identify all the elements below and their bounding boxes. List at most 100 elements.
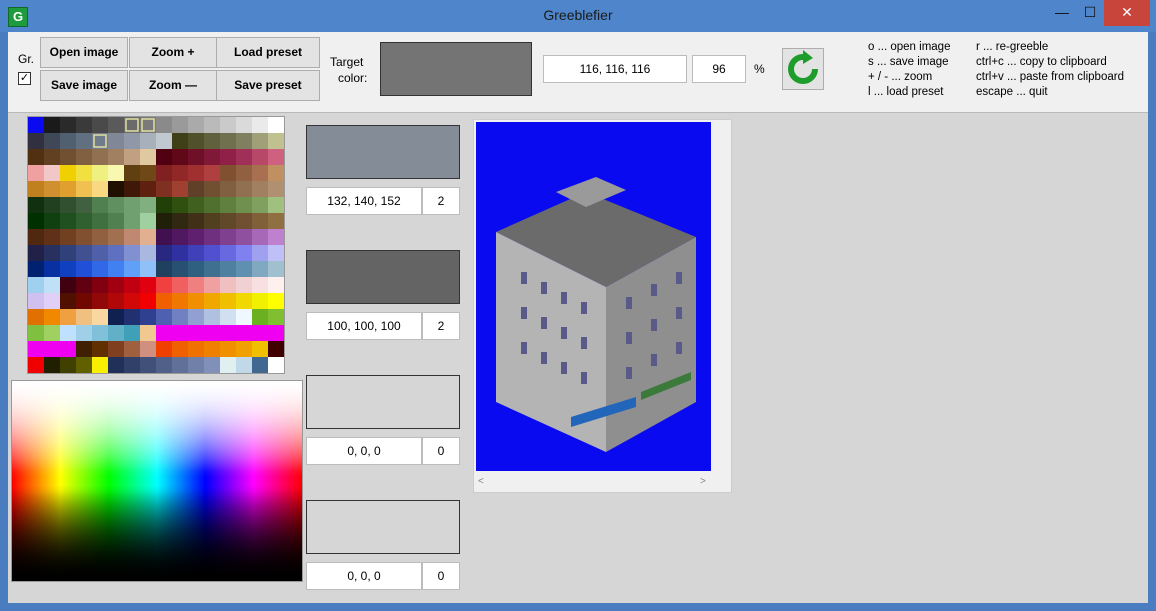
palette-swatch[interactable]: [188, 325, 204, 341]
palette-swatch[interactable]: [92, 357, 108, 373]
palette-swatch[interactable]: [124, 197, 140, 213]
palette-swatch[interactable]: [92, 149, 108, 165]
palette-swatch[interactable]: [108, 117, 124, 133]
palette-swatch[interactable]: [108, 261, 124, 277]
palette-swatch[interactable]: [204, 165, 220, 181]
palette-swatch[interactable]: [188, 341, 204, 357]
palette-swatch[interactable]: [252, 261, 268, 277]
palette-swatch[interactable]: [188, 261, 204, 277]
palette-swatch[interactable]: [28, 165, 44, 181]
palette-swatch[interactable]: [172, 213, 188, 229]
palette-swatch[interactable]: [60, 261, 76, 277]
palette-swatch[interactable]: [172, 133, 188, 149]
palette-swatch[interactable]: [156, 261, 172, 277]
palette-swatch[interactable]: [188, 213, 204, 229]
palette-swatch[interactable]: [268, 341, 284, 357]
palette-swatch[interactable]: [156, 309, 172, 325]
palette-swatch[interactable]: [156, 341, 172, 357]
palette-swatch[interactable]: [92, 117, 108, 133]
palette-swatch[interactable]: [44, 117, 60, 133]
palette-swatch[interactable]: [60, 229, 76, 245]
palette-swatch[interactable]: [188, 293, 204, 309]
save-preset-button[interactable]: Save preset: [216, 70, 320, 101]
palette-swatch[interactable]: [108, 181, 124, 197]
palette-swatch[interactable]: [124, 277, 140, 293]
palette-swatch[interactable]: [220, 293, 236, 309]
scroll-left-icon[interactable]: <: [478, 476, 484, 487]
palette-swatch[interactable]: [220, 117, 236, 133]
palette-swatch[interactable]: [204, 261, 220, 277]
palette-swatch[interactable]: [44, 229, 60, 245]
slot-4-rgb-input[interactable]: 0, 0, 0: [306, 562, 422, 590]
palette-swatch[interactable]: [204, 277, 220, 293]
palette-swatch[interactable]: [236, 277, 252, 293]
palette-swatch[interactable]: [140, 181, 156, 197]
palette-swatch[interactable]: [252, 325, 268, 341]
palette-swatch[interactable]: [92, 309, 108, 325]
palette-swatch[interactable]: [140, 309, 156, 325]
target-color-rgb-input[interactable]: 116, 116, 116: [543, 55, 687, 83]
palette-swatch[interactable]: [108, 357, 124, 373]
palette-swatch[interactable]: [204, 181, 220, 197]
palette-swatch[interactable]: [76, 181, 92, 197]
palette-swatch[interactable]: [76, 277, 92, 293]
palette-swatch[interactable]: [124, 213, 140, 229]
slot-2-swatch[interactable]: [306, 250, 460, 304]
open-image-button[interactable]: Open image: [40, 37, 128, 68]
palette-swatch[interactable]: [108, 309, 124, 325]
palette-swatch[interactable]: [60, 277, 76, 293]
palette-swatch[interactable]: [268, 149, 284, 165]
palette-swatch[interactable]: [92, 213, 108, 229]
palette-swatch[interactable]: [236, 213, 252, 229]
palette-swatch[interactable]: [60, 181, 76, 197]
palette-swatch[interactable]: [252, 117, 268, 133]
palette-swatch[interactable]: [124, 341, 140, 357]
palette-swatch[interactable]: [44, 133, 60, 149]
palette-swatch[interactable]: [60, 245, 76, 261]
palette-swatch[interactable]: [92, 341, 108, 357]
palette-swatch[interactable]: [236, 133, 252, 149]
palette-swatch[interactable]: [252, 309, 268, 325]
palette-swatch[interactable]: [28, 117, 44, 133]
gr-checkbox[interactable]: ✓: [18, 72, 31, 85]
palette-swatch[interactable]: [44, 357, 60, 373]
palette-swatch[interactable]: [76, 293, 92, 309]
palette-swatch[interactable]: [44, 181, 60, 197]
palette-swatch[interactable]: [124, 133, 140, 149]
palette-swatch[interactable]: [172, 309, 188, 325]
palette-swatch[interactable]: [188, 309, 204, 325]
palette-swatch[interactable]: [268, 277, 284, 293]
palette-swatch[interactable]: [236, 261, 252, 277]
palette-swatch[interactable]: [236, 181, 252, 197]
palette-swatch[interactable]: [76, 133, 92, 149]
palette-swatch[interactable]: [172, 229, 188, 245]
palette-swatch[interactable]: [60, 213, 76, 229]
preview-image[interactable]: [476, 122, 711, 471]
palette-swatch[interactable]: [220, 325, 236, 341]
palette-swatch[interactable]: [204, 357, 220, 373]
palette-swatch[interactable]: [124, 149, 140, 165]
palette-swatch[interactable]: [268, 261, 284, 277]
palette-swatch[interactable]: [140, 149, 156, 165]
palette-swatch[interactable]: [28, 293, 44, 309]
palette-swatch[interactable]: [156, 229, 172, 245]
palette-swatch[interactable]: [76, 341, 92, 357]
palette-swatch[interactable]: [156, 165, 172, 181]
palette-swatch[interactable]: [236, 357, 252, 373]
percent-input[interactable]: 96: [692, 55, 746, 83]
palette-swatch[interactable]: [28, 229, 44, 245]
palette-swatch[interactable]: [140, 277, 156, 293]
color-palette-grid[interactable]: [27, 116, 285, 374]
palette-swatch[interactable]: [140, 245, 156, 261]
palette-swatch[interactable]: [156, 117, 172, 133]
palette-swatch[interactable]: [28, 261, 44, 277]
palette-swatch[interactable]: [124, 357, 140, 373]
palette-swatch[interactable]: [252, 149, 268, 165]
palette-swatch[interactable]: [188, 133, 204, 149]
palette-swatch[interactable]: [204, 341, 220, 357]
palette-swatch[interactable]: [28, 277, 44, 293]
palette-swatch[interactable]: [268, 245, 284, 261]
palette-swatch[interactable]: [188, 277, 204, 293]
palette-swatch[interactable]: [108, 245, 124, 261]
palette-swatch[interactable]: [92, 165, 108, 181]
